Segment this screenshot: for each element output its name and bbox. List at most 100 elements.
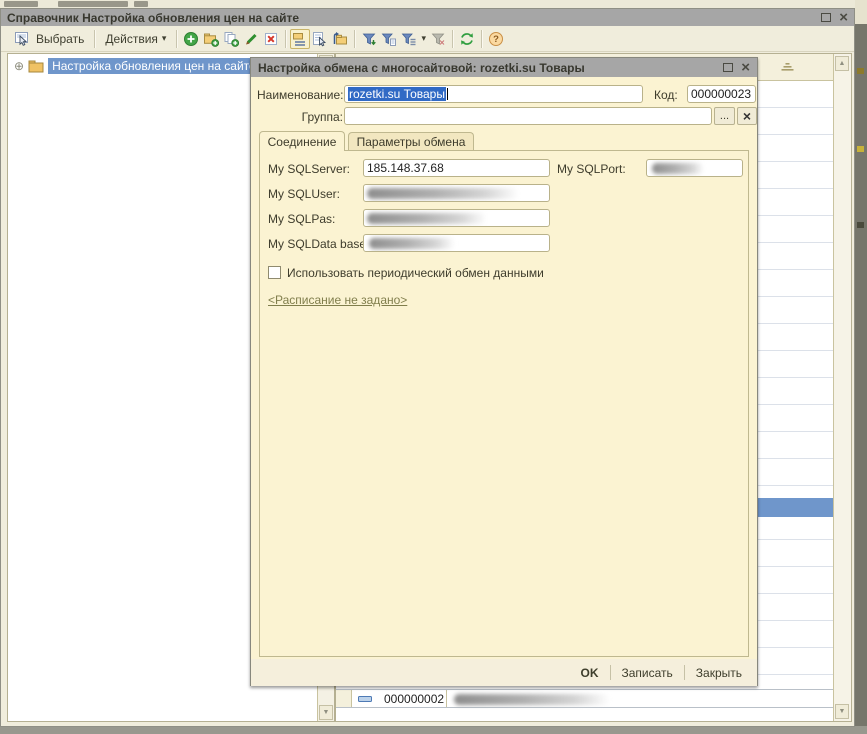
scroll-down-icon[interactable]: ▼ <box>319 705 333 720</box>
toolbar-separator <box>94 30 95 48</box>
scroll-up-icon[interactable]: ▲ <box>835 56 849 71</box>
connection-tab-panel: My SQLServer: 185.148.37.68 My SQLPort: … <box>259 150 749 657</box>
add-group-button[interactable] <box>201 29 221 49</box>
expand-icon[interactable]: ⊕ <box>14 59 24 73</box>
copy-icon <box>223 31 239 47</box>
tab-connection[interactable]: Соединение <box>259 131 345 151</box>
group-input[interactable] <box>344 107 712 125</box>
filter-clear-button[interactable] <box>428 29 448 49</box>
edit-button[interactable] <box>241 29 261 49</box>
filter-clear-icon <box>430 31 446 47</box>
background-mark <box>857 68 864 74</box>
mysql-port-label: My SQLPort: <box>557 162 626 176</box>
background-text-fragment <box>4 1 38 7</box>
group-clear-button[interactable]: × <box>737 107 757 125</box>
text-caret <box>447 88 448 100</box>
mysql-password-label: My SQLPas: <box>268 212 335 226</box>
column-divider <box>446 690 447 707</box>
schedule-link[interactable]: <Расписание не задано> <box>268 293 407 307</box>
main-window-titlebar[interactable]: Справочник Настройка обновления цен на с… <box>1 9 854 26</box>
code-input[interactable]: 000000023 <box>687 85 756 103</box>
add-button[interactable] <box>181 29 201 49</box>
item-dash-icon <box>358 695 372 704</box>
button-separator <box>684 665 685 680</box>
code-label: Код: <box>654 88 678 102</box>
mysql-user-input[interactable] <box>363 184 550 202</box>
dialog-body: Наименование: rozetki.su Товары Код: 000… <box>251 77 757 686</box>
copy-button[interactable] <box>221 29 241 49</box>
help-button[interactable]: ? <box>486 29 506 49</box>
screen: Справочник Настройка обновления цен на с… <box>0 0 867 734</box>
mysql-database-input[interactable] <box>363 234 550 252</box>
dialog-button-strip: OK Записать Закрыть <box>251 659 757 686</box>
close-icon[interactable]: × <box>839 13 848 23</box>
add-icon <box>183 31 199 47</box>
name-input-selected-text: rozetki.su Товары <box>348 87 446 101</box>
filter-doc-button[interactable] <box>379 29 399 49</box>
exchange-settings-dialog: Настройка обмена с многосайтовой: rozetk… <box>250 57 758 686</box>
move-to-group-button[interactable] <box>330 29 350 49</box>
svg-text:?: ? <box>493 34 499 45</box>
delete-icon <box>263 31 279 47</box>
redacted-row-text <box>454 694 610 705</box>
write-button[interactable]: Записать <box>613 664 682 682</box>
background-text-fragment <box>134 1 148 7</box>
redacted-value <box>367 188 519 199</box>
toolbar-separator <box>354 30 355 48</box>
periodic-exchange-label: Использовать периодический обмен данными <box>287 266 544 280</box>
filter-set-button[interactable] <box>359 29 379 49</box>
filter-list-button[interactable]: ▾ <box>399 30 428 48</box>
name-input[interactable]: rozetki.su Товары <box>344 85 643 103</box>
table-scrollbar[interactable]: ▲ ▼ <box>833 54 851 721</box>
redacted-value <box>369 238 455 249</box>
hierarchy-view-icon <box>292 31 308 47</box>
background-strip <box>855 0 867 24</box>
tab-connection-label: Соединение <box>268 135 337 149</box>
mysql-port-input[interactable] <box>646 159 743 177</box>
select-icon <box>12 29 32 49</box>
actions-menu-button[interactable]: Действия ▾ <box>99 30 172 48</box>
close-icon[interactable]: × <box>741 63 750 73</box>
chevron-down-icon: ▾ <box>421 33 426 44</box>
tab-exchange-params-label: Параметры обмена <box>357 135 466 149</box>
background-window-remnant-top <box>0 0 867 8</box>
list-select-icon <box>312 31 328 47</box>
list-select-button[interactable] <box>310 29 330 49</box>
mysql-server-input[interactable]: 185.148.37.68 <box>363 159 550 177</box>
group-browse-button[interactable]: ... <box>714 107 735 125</box>
tab-exchange-params[interactable]: Параметры обмена <box>348 132 474 151</box>
periodic-exchange-checkbox[interactable] <box>268 266 281 279</box>
toolbar-separator <box>481 30 482 48</box>
filter-set-icon <box>361 31 377 47</box>
dialog-titlebar[interactable]: Настройка обмена с многосайтовой: rozetk… <box>251 58 757 77</box>
table-row[interactable]: 000000002 <box>336 689 833 708</box>
background-mark <box>857 222 864 228</box>
mysql-server-label: My SQLServer: <box>268 162 350 176</box>
toolbar-separator <box>452 30 453 48</box>
filter-doc-icon <box>381 31 397 47</box>
main-toolbar: Выбрать Действия ▾ <box>1 26 854 52</box>
folder-icon <box>28 60 44 73</box>
refresh-button[interactable] <box>457 29 477 49</box>
maximize-icon[interactable] <box>723 63 733 72</box>
mysql-database-label: My SQLData base: <box>268 237 369 251</box>
refresh-icon <box>459 31 475 47</box>
select-button[interactable]: Выбрать <box>6 27 90 51</box>
scroll-down-icon[interactable]: ▼ <box>835 704 849 719</box>
delete-button[interactable] <box>261 29 281 49</box>
button-separator <box>610 665 611 680</box>
maximize-icon[interactable] <box>821 13 831 22</box>
mysql-password-input[interactable] <box>363 209 550 227</box>
toolbar-separator <box>176 30 177 48</box>
close-button[interactable]: Закрыть <box>687 664 751 682</box>
ok-button[interactable]: OK <box>572 664 608 682</box>
redacted-value <box>652 163 704 174</box>
help-icon: ? <box>488 31 504 47</box>
table-cell-group <box>336 690 352 707</box>
hierarchy-view-button[interactable] <box>290 29 310 49</box>
tree-item-root[interactable]: ⊕ Настройка обновления цен на сайте <box>14 58 260 74</box>
main-window-title: Справочник Настройка обновления цен на с… <box>7 11 821 25</box>
row-code: 000000002 <box>384 692 444 706</box>
tree-item-label: Настройка обновления цен на сайте <box>48 58 260 74</box>
background-strip-bottom <box>0 726 867 734</box>
